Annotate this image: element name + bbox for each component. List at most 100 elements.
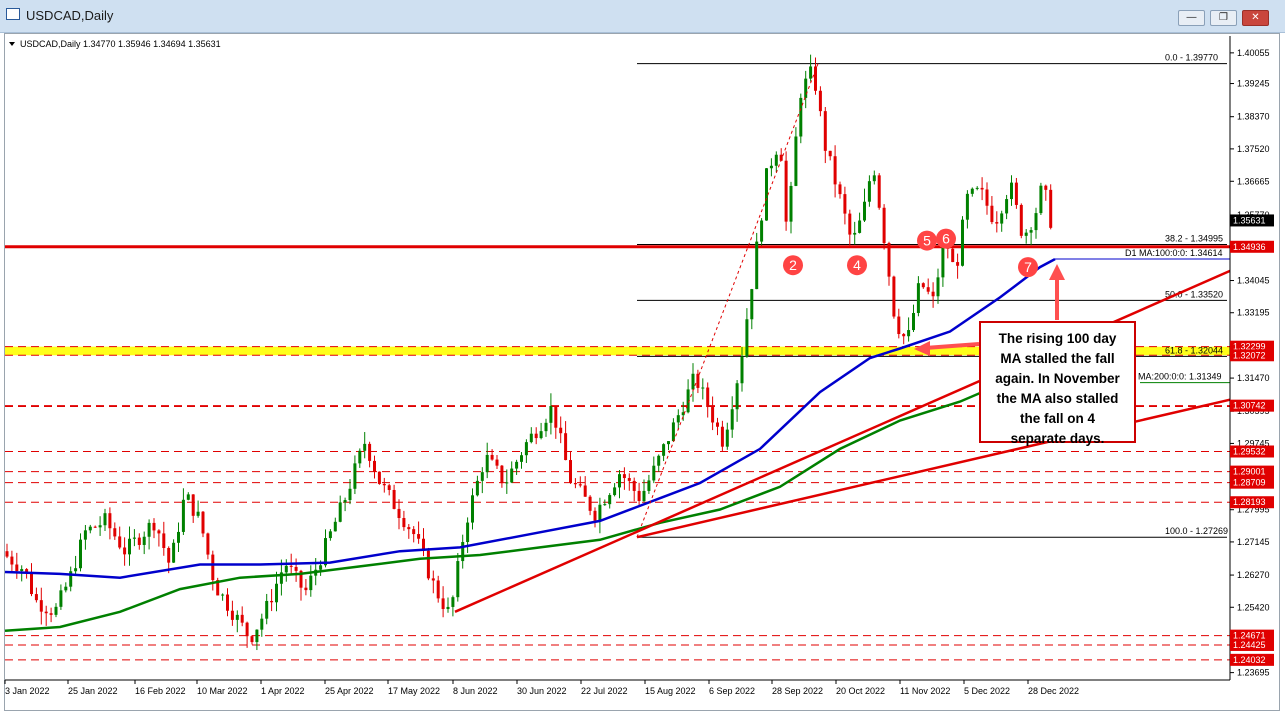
candle-body xyxy=(382,483,386,486)
candle-body xyxy=(157,530,161,534)
candle-body xyxy=(662,444,666,456)
candle-body xyxy=(848,213,852,235)
candle-body xyxy=(789,185,793,222)
candle-body xyxy=(912,312,915,331)
x-tick-label: 25 Apr 2022 xyxy=(325,686,374,696)
candle-body xyxy=(735,383,739,410)
candle-body xyxy=(564,433,568,461)
annotation-line-5: the fall on 4 xyxy=(1019,411,1095,426)
x-tick-label: 20 Oct 2022 xyxy=(836,686,885,696)
candle-body xyxy=(113,528,117,537)
candle-body xyxy=(426,550,430,579)
candle-body xyxy=(696,373,700,388)
candle-body xyxy=(769,165,773,169)
annotation-line-1: The rising 100 day xyxy=(998,331,1117,346)
candle-body xyxy=(5,551,9,557)
candle-body xyxy=(74,568,78,572)
candle-body xyxy=(941,244,945,278)
candle-body xyxy=(358,450,362,464)
candle-body xyxy=(593,510,597,521)
candle-body xyxy=(1014,182,1018,205)
candle-body xyxy=(838,184,842,195)
candle-body xyxy=(569,460,572,484)
candle-body xyxy=(921,283,925,288)
candle-body xyxy=(132,537,136,539)
candle-body xyxy=(863,201,866,221)
candle-body xyxy=(549,406,553,423)
candle-body xyxy=(740,356,744,384)
candle-body xyxy=(500,465,504,484)
fib-level-label: 61.8 - 1.32044 xyxy=(1165,345,1223,355)
candle-body xyxy=(907,330,911,337)
candle-body xyxy=(858,220,862,233)
x-tick-label: 25 Jan 2022 xyxy=(68,686,118,696)
candle-body xyxy=(265,600,269,619)
candle-body xyxy=(471,495,474,523)
y-tick-label: 1.37520 xyxy=(1237,144,1270,154)
price-tag-label: 1.29532 xyxy=(1233,446,1266,456)
candle-body xyxy=(554,406,558,428)
candle-body xyxy=(20,569,24,572)
x-tick-label: 15 Aug 2022 xyxy=(645,686,696,696)
candle-body xyxy=(583,485,587,497)
candle-body xyxy=(59,590,63,607)
candle-body xyxy=(760,220,764,242)
candle-body xyxy=(1000,213,1004,224)
candle-body xyxy=(319,565,323,570)
candle-body xyxy=(363,443,367,451)
ma-label: D1 MA:100:0:0: 1.34614 xyxy=(1125,248,1223,258)
candle-body xyxy=(235,614,239,620)
candle-body xyxy=(818,90,822,112)
header-triangle-icon xyxy=(9,42,15,46)
candle-body xyxy=(201,511,205,534)
candle-body xyxy=(691,373,695,390)
candle-body xyxy=(544,422,548,432)
candle-body xyxy=(240,614,244,623)
candle-body xyxy=(1039,185,1043,214)
candle-body xyxy=(284,565,288,573)
candle-body xyxy=(510,468,514,483)
candle-body xyxy=(730,409,734,430)
candle-body xyxy=(897,316,901,335)
x-tick-label: 28 Dec 2022 xyxy=(1028,686,1079,696)
y-tick-label: 1.36665 xyxy=(1237,176,1270,186)
candle-body xyxy=(833,156,837,185)
candle-body xyxy=(676,415,680,423)
candle-body xyxy=(475,480,479,496)
annotation-line-3: again. In November xyxy=(995,371,1120,386)
candle-body xyxy=(245,622,249,637)
candle-body xyxy=(88,526,92,531)
candle-body xyxy=(221,594,225,596)
y-tick-label: 1.33195 xyxy=(1237,308,1270,318)
candle-body xyxy=(137,537,141,545)
candle-body xyxy=(711,407,715,423)
candle-body xyxy=(152,522,156,531)
fib-level-label: 0.0 - 1.39770 xyxy=(1165,53,1218,63)
price-tag-label: 1.24032 xyxy=(1233,655,1266,665)
candle-body xyxy=(30,572,33,595)
candle-body xyxy=(632,480,636,491)
candle-body xyxy=(466,522,470,543)
candle-body xyxy=(706,387,710,408)
candle-body xyxy=(260,618,264,630)
candle-body xyxy=(622,474,626,479)
x-tick-label: 17 May 2022 xyxy=(388,686,440,696)
candle-body xyxy=(573,483,577,485)
candle-body xyxy=(167,548,171,563)
candle-body xyxy=(177,531,180,543)
candle-body xyxy=(716,422,719,427)
candle-body xyxy=(809,66,813,79)
price-tag-label: 1.28193 xyxy=(1233,497,1266,507)
candle-body xyxy=(250,636,254,643)
candle-body xyxy=(206,533,210,555)
candle-body xyxy=(343,500,347,503)
candle-body xyxy=(10,556,14,565)
candle-body xyxy=(750,289,754,320)
candle-body xyxy=(980,187,984,190)
candle-body xyxy=(613,487,617,496)
candle-body xyxy=(1034,213,1038,231)
candle-body xyxy=(191,494,195,516)
candle-body xyxy=(186,494,190,500)
symbol-header: USDCAD,Daily 1.34770 1.35946 1.34694 1.3… xyxy=(20,39,221,49)
annotation-line-6: separate days. xyxy=(1010,431,1105,446)
